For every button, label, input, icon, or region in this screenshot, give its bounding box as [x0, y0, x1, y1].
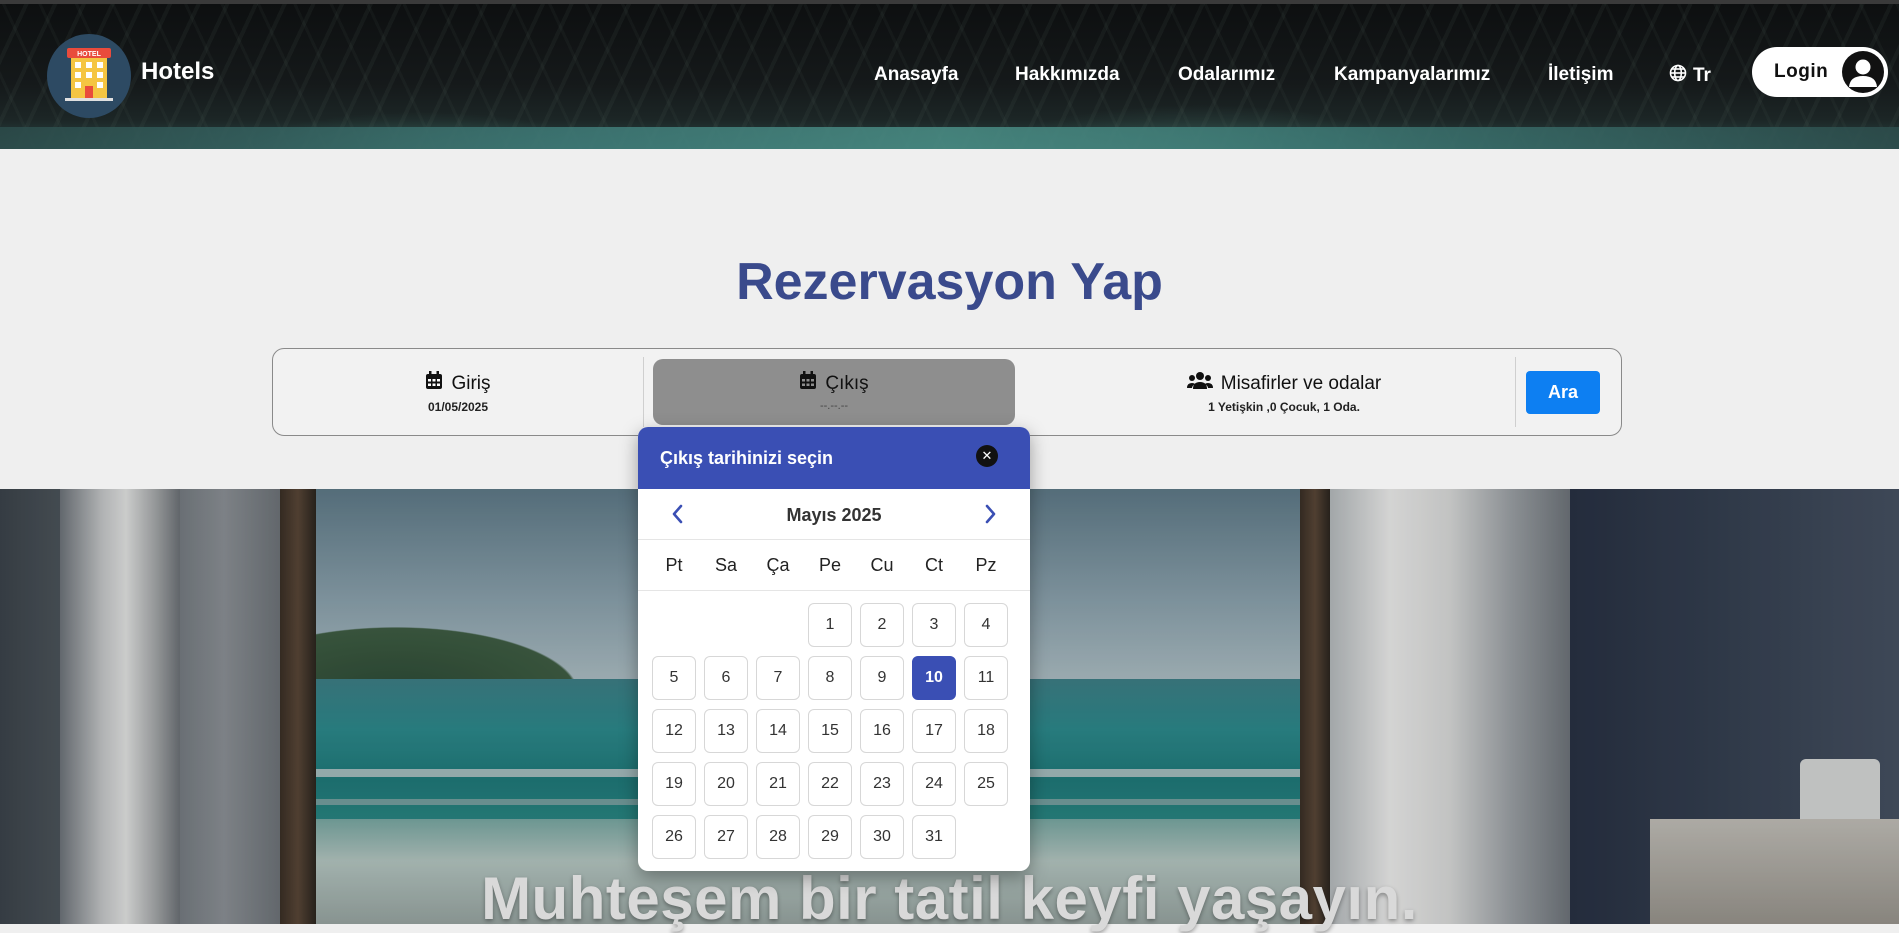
logo[interactable]: HOTEL	[47, 34, 131, 118]
day-cell[interactable]: 3	[912, 603, 956, 647]
day-cell[interactable]: 2	[860, 603, 904, 647]
hotel-building-icon: HOTEL	[63, 46, 115, 107]
day-cell[interactable]: 1	[808, 603, 852, 647]
day-cell[interactable]: 29	[808, 815, 852, 859]
day-cell[interactable]: 19	[652, 762, 696, 806]
language-selector[interactable]: Tr	[1669, 64, 1711, 88]
checkin-value: 01/05/2025	[427, 400, 489, 414]
nav-rooms[interactable]: Odalarımız	[1178, 64, 1275, 86]
day-cell[interactable]: 5	[652, 656, 696, 700]
chevron-right-icon[interactable]	[978, 502, 1002, 526]
nav-campaigns[interactable]: Kampanyalarımız	[1334, 64, 1490, 86]
guests-label: Misafirler ve odalar	[1220, 372, 1382, 394]
checkin-field[interactable]: Giriş 01/05/2025	[273, 349, 643, 435]
svg-text:HOTEL: HOTEL	[77, 51, 101, 58]
brand-name[interactable]: Hotels	[141, 58, 214, 86]
day-cell[interactable]: 28	[756, 815, 800, 859]
nav-about[interactable]: Hakkımızda	[1015, 64, 1120, 86]
nav-home[interactable]: Anasayfa	[874, 64, 959, 86]
weekday-label: Pe	[818, 555, 842, 575]
month-label: Mayıs 2025	[786, 505, 882, 525]
day-cell[interactable]: 22	[808, 762, 852, 806]
weekday-label: Pz	[975, 555, 997, 575]
day-cell[interactable]: 9	[860, 656, 904, 700]
datepicker-header: Çıkış tarihinizi seçin ✕	[638, 427, 1030, 489]
day-cell[interactable]: 7	[756, 656, 800, 700]
day-cell[interactable]: 4	[964, 603, 1008, 647]
day-cell[interactable]: 15	[808, 709, 852, 753]
checkout-label: Çıkış	[825, 372, 869, 394]
divider	[643, 357, 644, 427]
reservation-search-bar: Giriş 01/05/2025 Çıkış --.--.-- Misafirl…	[272, 348, 1622, 436]
month-navigation: Mayıs 2025	[638, 489, 1030, 540]
login-button[interactable]: Login	[1752, 47, 1888, 97]
day-cell[interactable]: 31	[912, 815, 956, 859]
days-grid: 1 2 3 4 5 6 7 8 9 10 11 12 13 14 15 16 17 18 19 20 21 22 23 24 2…	[638, 591, 1030, 871]
divider	[1515, 357, 1516, 427]
checkin-label: Giriş	[451, 372, 491, 394]
calendar-icon	[425, 371, 443, 396]
nav-contact[interactable]: İletişim	[1548, 64, 1613, 86]
day-cell[interactable]: 17	[912, 709, 956, 753]
guests-field[interactable]: Misafirler ve odalar 1 Yetişkin ,0 Çocuk…	[1023, 349, 1545, 435]
search-button[interactable]: Ara	[1526, 371, 1600, 414]
checkout-value: --.--.--	[819, 400, 849, 412]
day-cell[interactable]: 26	[652, 815, 696, 859]
reservation-title: Rezervasyon Yap	[736, 253, 1163, 311]
day-cell[interactable]: 23	[860, 762, 904, 806]
day-cell[interactable]: 21	[756, 762, 800, 806]
hero-headline: Muhteşem bir tatil keyfi yaşayın.	[481, 865, 1418, 932]
day-cell[interactable]: 8	[808, 656, 852, 700]
day-cell[interactable]: 20	[704, 762, 748, 806]
user-avatar-icon	[1842, 51, 1884, 93]
day-cell[interactable]: 25	[964, 762, 1008, 806]
day-cell[interactable]: 11	[964, 656, 1008, 700]
day-cell[interactable]: 6	[704, 656, 748, 700]
calendar-icon	[799, 371, 817, 396]
login-label: Login	[1774, 61, 1829, 82]
globe-icon	[1669, 64, 1687, 88]
day-cell[interactable]: 27	[704, 815, 748, 859]
language-label: Tr	[1693, 65, 1711, 86]
day-cell[interactable]: 24	[912, 762, 956, 806]
day-cell[interactable]: 18	[964, 709, 1008, 753]
users-icon	[1186, 371, 1213, 396]
weekday-label: Pt	[665, 555, 683, 575]
weekday-label: Sa	[714, 555, 738, 575]
weekday-header: Pt Sa Ça Pe Cu Ct Pz	[638, 540, 1030, 591]
day-cell[interactable]: 30	[860, 815, 904, 859]
checkout-field[interactable]: Çıkış --.--.--	[653, 349, 1015, 435]
day-cell[interactable]: 14	[756, 709, 800, 753]
day-cell-selected[interactable]: 10	[912, 656, 956, 700]
day-cell[interactable]: 12	[652, 709, 696, 753]
day-cell[interactable]: 16	[860, 709, 904, 753]
day-cell[interactable]: 13	[704, 709, 748, 753]
weekday-label: Cu	[870, 555, 894, 575]
weekday-label: Ct	[925, 555, 943, 575]
close-icon[interactable]: ✕	[976, 445, 998, 467]
guests-value: 1 Yetişkin ,0 Çocuk, 1 Oda.	[1208, 400, 1360, 414]
weekday-label: Ça	[766, 555, 790, 575]
datepicker-title: Çıkış tarihinizi seçin	[660, 448, 834, 468]
checkout-datepicker: Çıkış tarihinizi seçin ✕ Mayıs 2025 Pt Sa…	[638, 427, 1030, 871]
